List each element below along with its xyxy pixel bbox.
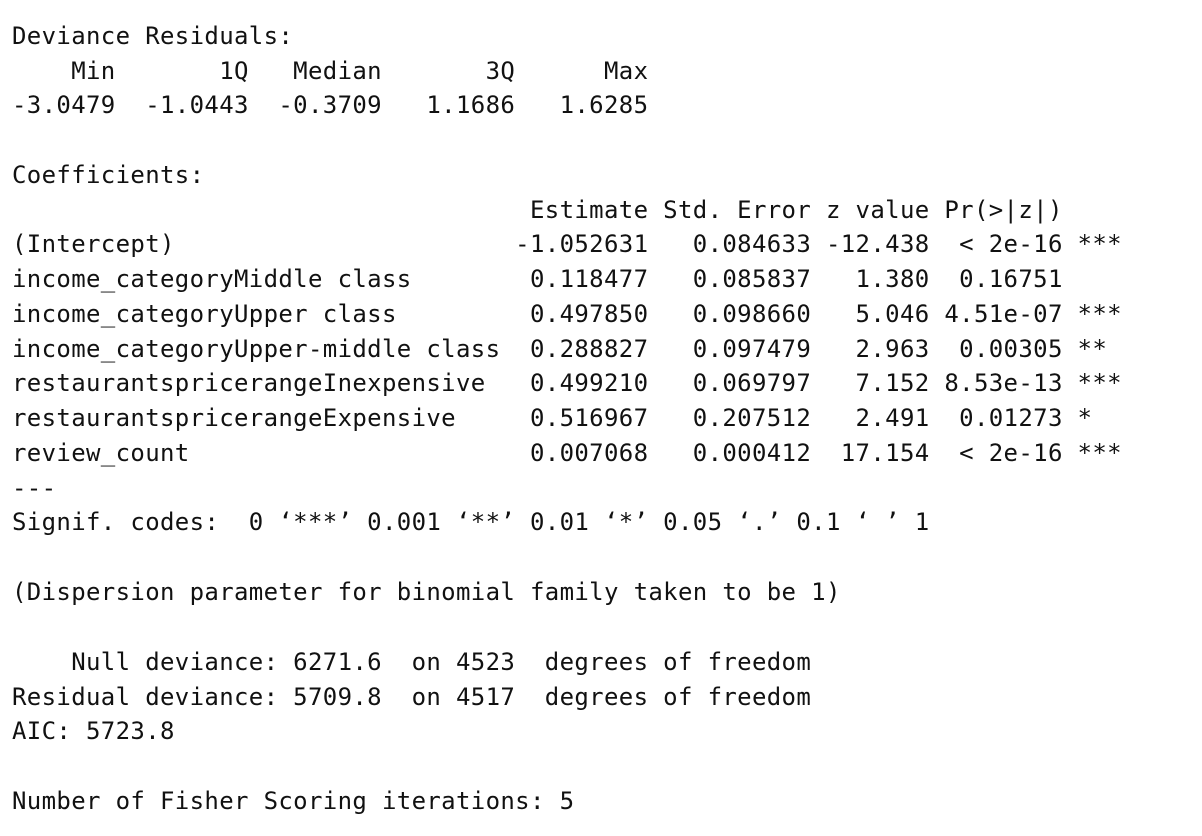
deviance-residuals-labels: Min 1Q Median 3Q Max [12, 57, 678, 85]
coefficient-row: (Intercept) -1.052631 0.084633 -12.438 <… [12, 230, 1122, 258]
fisher-iterations-line: Number of Fisher Scoring iterations: 5 [12, 787, 575, 815]
separator-line: --- [12, 474, 57, 502]
coefficients-heading: Coefficients: [12, 161, 205, 189]
residual-deviance-line: Residual deviance: 5709.8 on 4517 degree… [12, 683, 812, 711]
signif-codes-legend: Signif. codes: 0 ‘***’ 0.001 ‘**’ 0.01 ‘… [12, 508, 930, 536]
dispersion-note: (Dispersion parameter for binomial famil… [12, 578, 841, 606]
coefficient-row: restaurantspricerangeExpensive 0.516967 … [12, 404, 1122, 432]
coefficient-row: income_categoryMiddle class 0.118477 0.0… [12, 265, 1122, 293]
coefficient-row: review_count 0.007068 0.000412 17.154 < … [12, 439, 1122, 467]
coefficients-column-header: Estimate Std. Error z value Pr(>|z|) [12, 196, 1122, 224]
coefficient-row: income_categoryUpper-middle class 0.2888… [12, 335, 1122, 363]
coefficient-row: restaurantspricerangeInexpensive 0.49921… [12, 369, 1122, 397]
null-deviance-line: Null deviance: 6271.6 on 4523 degrees of… [12, 648, 812, 676]
r-console-output: Deviance Residuals: Min 1Q Median 3Q Max… [0, 0, 1202, 836]
aic-line: AIC: 5723.8 [12, 717, 175, 745]
deviance-residuals-heading: Deviance Residuals: [12, 22, 294, 50]
coefficient-row: income_categoryUpper class 0.497850 0.09… [12, 300, 1122, 328]
deviance-residuals-values: -3.0479 -1.0443 -0.3709 1.1686 1.6285 [12, 91, 678, 119]
